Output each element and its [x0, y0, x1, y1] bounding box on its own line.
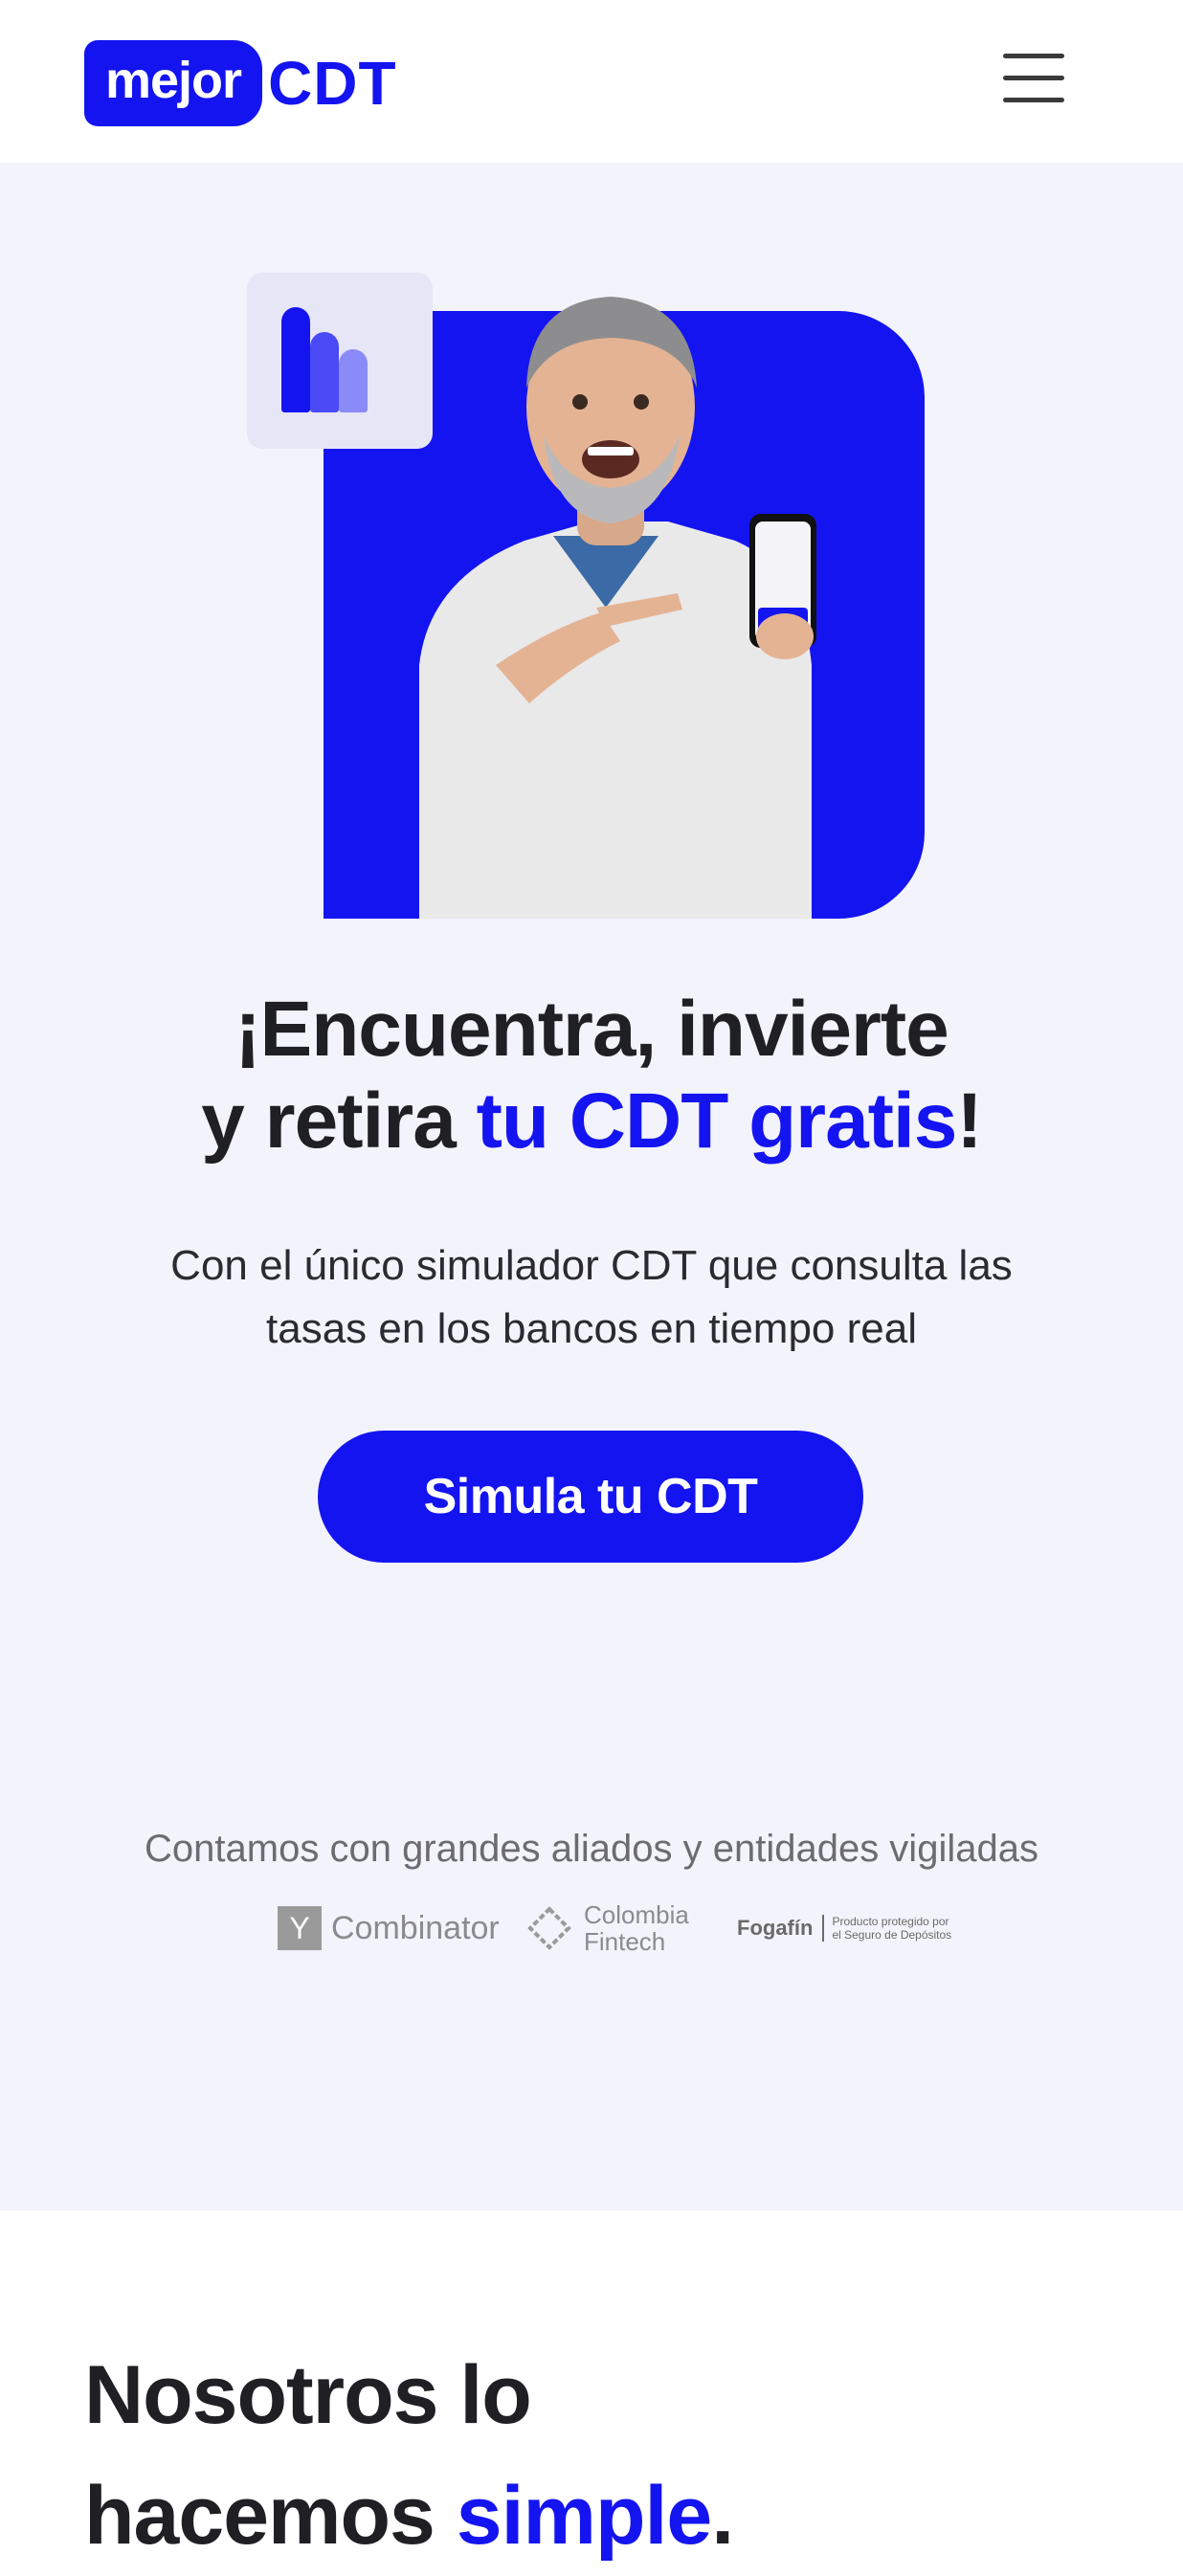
colombia-fintech-line1: Colombia — [584, 1900, 689, 1929]
fogafin-name: Fogafín — [737, 1916, 814, 1940]
hamburger-menu-icon[interactable] — [995, 48, 1072, 109]
simulate-cdt-button[interactable]: Simula tu CDT — [318, 1431, 863, 1563]
fogafin-logo: Fogafín Producto protegido por el Seguro… — [737, 1895, 951, 1962]
hero-illustration — [247, 273, 926, 919]
headline-accent: tu CDT gratis — [476, 1077, 958, 1165]
hero-section: ¡Encuentra, invierte y retira tu CDT gra… — [0, 163, 1183, 2249]
simple-title-line2-start: hacemos — [84, 2470, 457, 2562]
simple-section: Nosotros lo hacemos simple. — [0, 2210, 1183, 2562]
headline-line2-end: ! — [956, 1077, 982, 1165]
man-with-phone-image — [419, 297, 816, 919]
ycombinator-logo: Y Combinator — [278, 1895, 500, 1962]
hero-headline: ¡Encuentra, invierte y retira tu CDT gra… — [0, 984, 1183, 1167]
simple-title-line2-end: . — [711, 2470, 734, 2562]
headline-line1: ¡Encuentra, invierte — [234, 986, 949, 1073]
logo-cdt: CDT — [268, 49, 397, 118]
fogafin-tagline-line2: el Seguro de Depósitos — [832, 1928, 952, 1942]
partners-logos: Y Combinator Colombia Fintech Fogafín Pr… — [0, 1895, 1183, 1962]
logo-word: mejor — [84, 40, 263, 126]
site-header: mejor CDT — [0, 0, 1183, 163]
colombia-fintech-logo: Colombia Fintech — [526, 1895, 689, 1962]
colombia-fintech-icon — [527, 1906, 571, 1950]
fogafin-tagline-line1: Producto protegido por — [832, 1915, 949, 1928]
partners-title: Contamos con grandes aliados y entidades… — [145, 1828, 1038, 1870]
simple-section-title: Nosotros lo hacemos simple. — [84, 2335, 1041, 2576]
mejorcdt-logo[interactable]: mejor CDT — [84, 40, 397, 126]
ycombinator-name: Combinator — [331, 1909, 500, 1946]
hero-subtitle: Con el único simulador CDT que consulta … — [170, 1242, 1013, 1352]
ycombinator-mark: Y — [278, 1906, 322, 1950]
simple-title-accent: simple — [456, 2470, 712, 2562]
simple-title-line1: Nosotros lo — [84, 2349, 532, 2441]
headline-line2-start: y retira — [201, 1077, 477, 1165]
colombia-fintech-line2: Fintech — [584, 1927, 666, 1956]
